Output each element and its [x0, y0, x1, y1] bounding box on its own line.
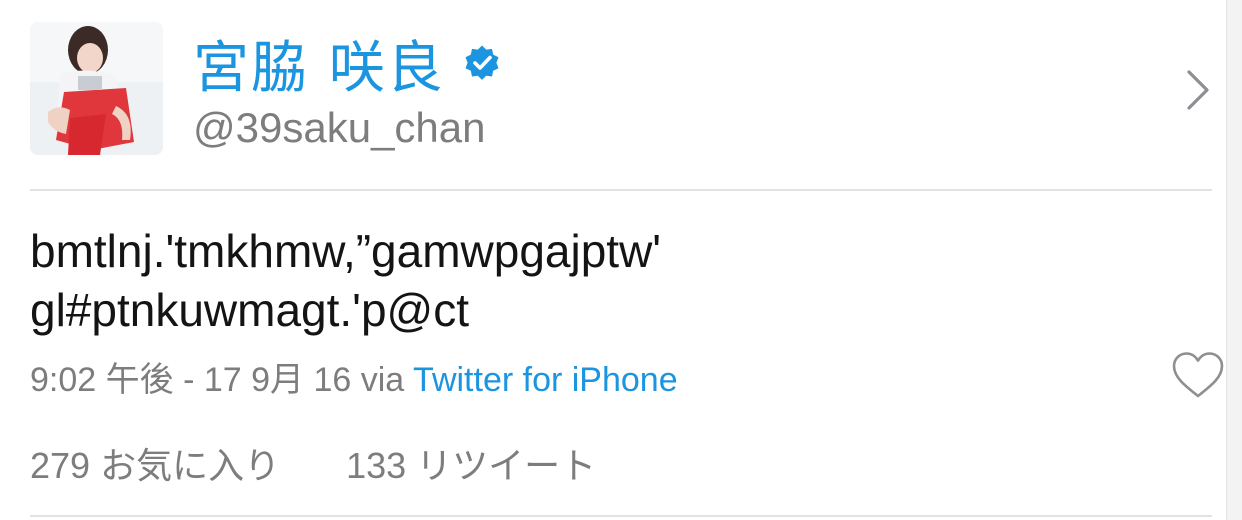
tweet-stats: 279 お気に入り 133 リツイート: [30, 437, 596, 489]
tweet-meta: 9:02 午後 - 17 9月 16 via Twitter for iPhon…: [30, 352, 678, 401]
likes-count[interactable]: 279 お気に入り: [30, 437, 280, 489]
timestamp: 9:02 午後 - 17 9月 16: [30, 361, 352, 399]
display-name[interactable]: 宮脇 咲良: [193, 23, 445, 104]
via-label: via: [360, 361, 405, 399]
profile-photo: [30, 22, 163, 155]
heart-icon[interactable]: [1170, 350, 1226, 400]
bottom-divider: [30, 515, 1212, 517]
chevron-right-icon[interactable]: [1183, 68, 1213, 112]
tweet-text-line-1: bmtlnj.'tmkhmw,”gamwpgajptw': [30, 225, 662, 277]
tweet-detail-view: 宮脇 咲良 @39saku_chan bmtlnj.'tmkhmw,”gamwp…: [0, 0, 1242, 520]
tweet-text-line-2: gl#ptnkuwmagt.'p@ct: [30, 284, 470, 336]
tweet-text: bmtlnj.'tmkhmw,”gamwpgajptw' gl#ptnkuwma…: [30, 222, 1150, 340]
header-divider: [30, 189, 1212, 191]
handle: @39saku_chan: [193, 104, 486, 151]
verified-badge-icon: [465, 45, 499, 80]
retweets-count[interactable]: 133 リツイート: [346, 437, 596, 489]
display-name-row: 宮脇 咲良: [193, 28, 501, 101]
client-link[interactable]: Twitter for iPhone: [413, 361, 678, 399]
avatar[interactable]: [30, 22, 163, 155]
scrollbar-track[interactable]: [1226, 0, 1242, 520]
profile-header[interactable]: 宮脇 咲良 @39saku_chan: [30, 22, 1220, 157]
